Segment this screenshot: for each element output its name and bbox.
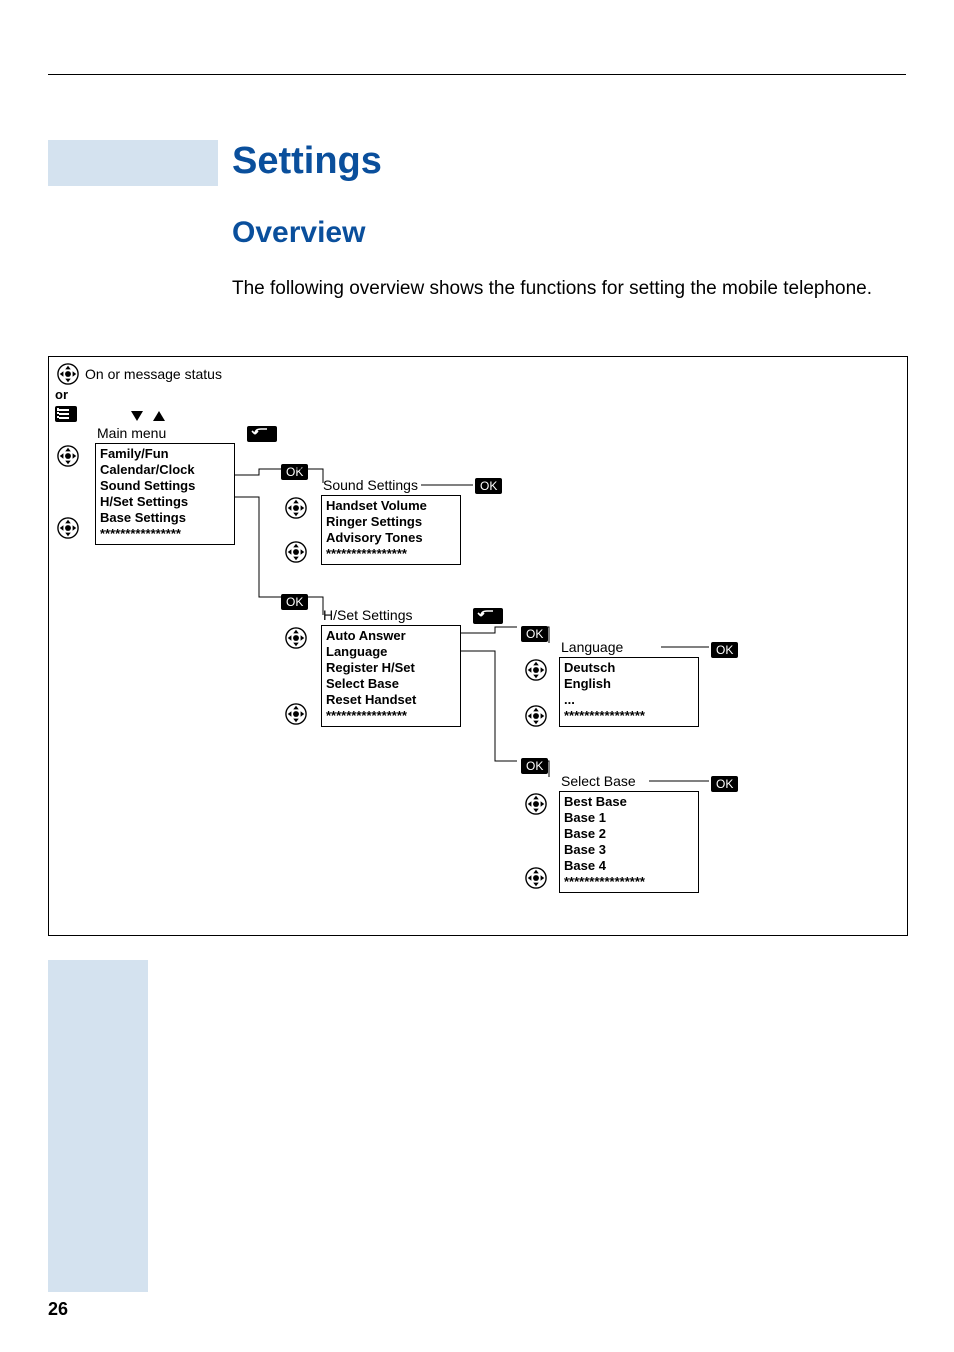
menu-item: Advisory Tones [326,530,456,546]
menu-item: Base 1 [564,810,694,826]
nav-icon [285,497,307,519]
main-menu-box: Family/Fun Calendar/Clock Sound Settings… [95,443,235,545]
ok-badge: OK [711,775,738,793]
ok-badge: OK [281,593,308,611]
intro-text: The following overview shows the functio… [232,276,894,302]
hset-settings-box: Auto Answer Language Register H/Set Sele… [321,625,461,727]
nav-icon [525,705,547,727]
menu-item: English [564,676,694,692]
menu-item: Reset Handset [326,692,456,708]
sound-settings-box: Handset Volume Ringer Settings Advisory … [321,495,461,565]
menu-item: **************** [564,708,694,724]
menu-item: **************** [564,874,694,890]
menu-item: Auto Answer [326,628,456,644]
page-number: 26 [48,1299,68,1320]
ok-badge: OK [281,463,308,481]
language-label: Language [561,639,623,655]
hset-settings-label: H/Set Settings [323,607,413,623]
menu-item: Ringer Settings [326,514,456,530]
menu-item: Handset Volume [326,498,456,514]
left-heading-band [48,140,218,186]
menu-item: ... [564,692,694,708]
up-triangle-icon [153,407,165,425]
menu-item: Family/Fun [100,446,230,462]
section-title: Overview [232,216,365,250]
select-base-box: Best Base Base 1 Base 2 Base 3 Base 4 **… [559,791,699,893]
nav-icon [57,363,79,385]
menu-item: Language [326,644,456,660]
menu-item: H/Set Settings [100,494,230,510]
connector-line [421,485,481,487]
menu-key-icon [55,405,77,423]
top-rule [48,74,906,75]
connector-line [235,475,325,493]
nav-icon [285,541,307,563]
ok-badge: OK [475,477,502,495]
main-menu-label: Main menu [97,425,166,441]
menu-overview-diagram: On or message status or Main menu Family… [48,356,908,936]
menu-item: Register H/Set [326,660,456,676]
nav-icon [525,659,547,681]
nav-icon [285,703,307,725]
menu-item: **************** [326,708,456,724]
select-base-label: Select Base [561,773,636,789]
connector-line [235,497,325,627]
back-badge [247,425,277,443]
or-label: or [55,387,68,402]
menu-item: Base 4 [564,858,694,874]
sound-settings-label: Sound Settings [323,477,418,493]
menu-item: Sound Settings [100,478,230,494]
down-triangle-icon [131,407,143,425]
menu-item: Base Settings [100,510,230,526]
menu-item: Deutsch [564,660,694,676]
language-box: Deutsch English ... **************** [559,657,699,727]
menu-item: **************** [100,526,230,542]
nav-icon [57,517,79,539]
ok-badge: OK [711,641,738,659]
page-title: Settings [232,140,382,183]
ok-badge: OK [521,757,548,775]
menu-item: Base 2 [564,826,694,842]
connector-line [649,781,719,783]
nav-icon [525,793,547,815]
left-side-bar [48,960,148,1292]
menu-item: Base 3 [564,842,694,858]
menu-item: Best Base [564,794,694,810]
menu-item: Select Base [326,676,456,692]
nav-icon [57,445,79,467]
back-badge [473,607,503,625]
nav-icon [525,867,547,889]
status-label: On or message status [85,366,222,382]
ok-badge: OK [521,625,548,643]
nav-icon [285,627,307,649]
menu-item: Calendar/Clock [100,462,230,478]
menu-item: **************** [326,546,456,562]
